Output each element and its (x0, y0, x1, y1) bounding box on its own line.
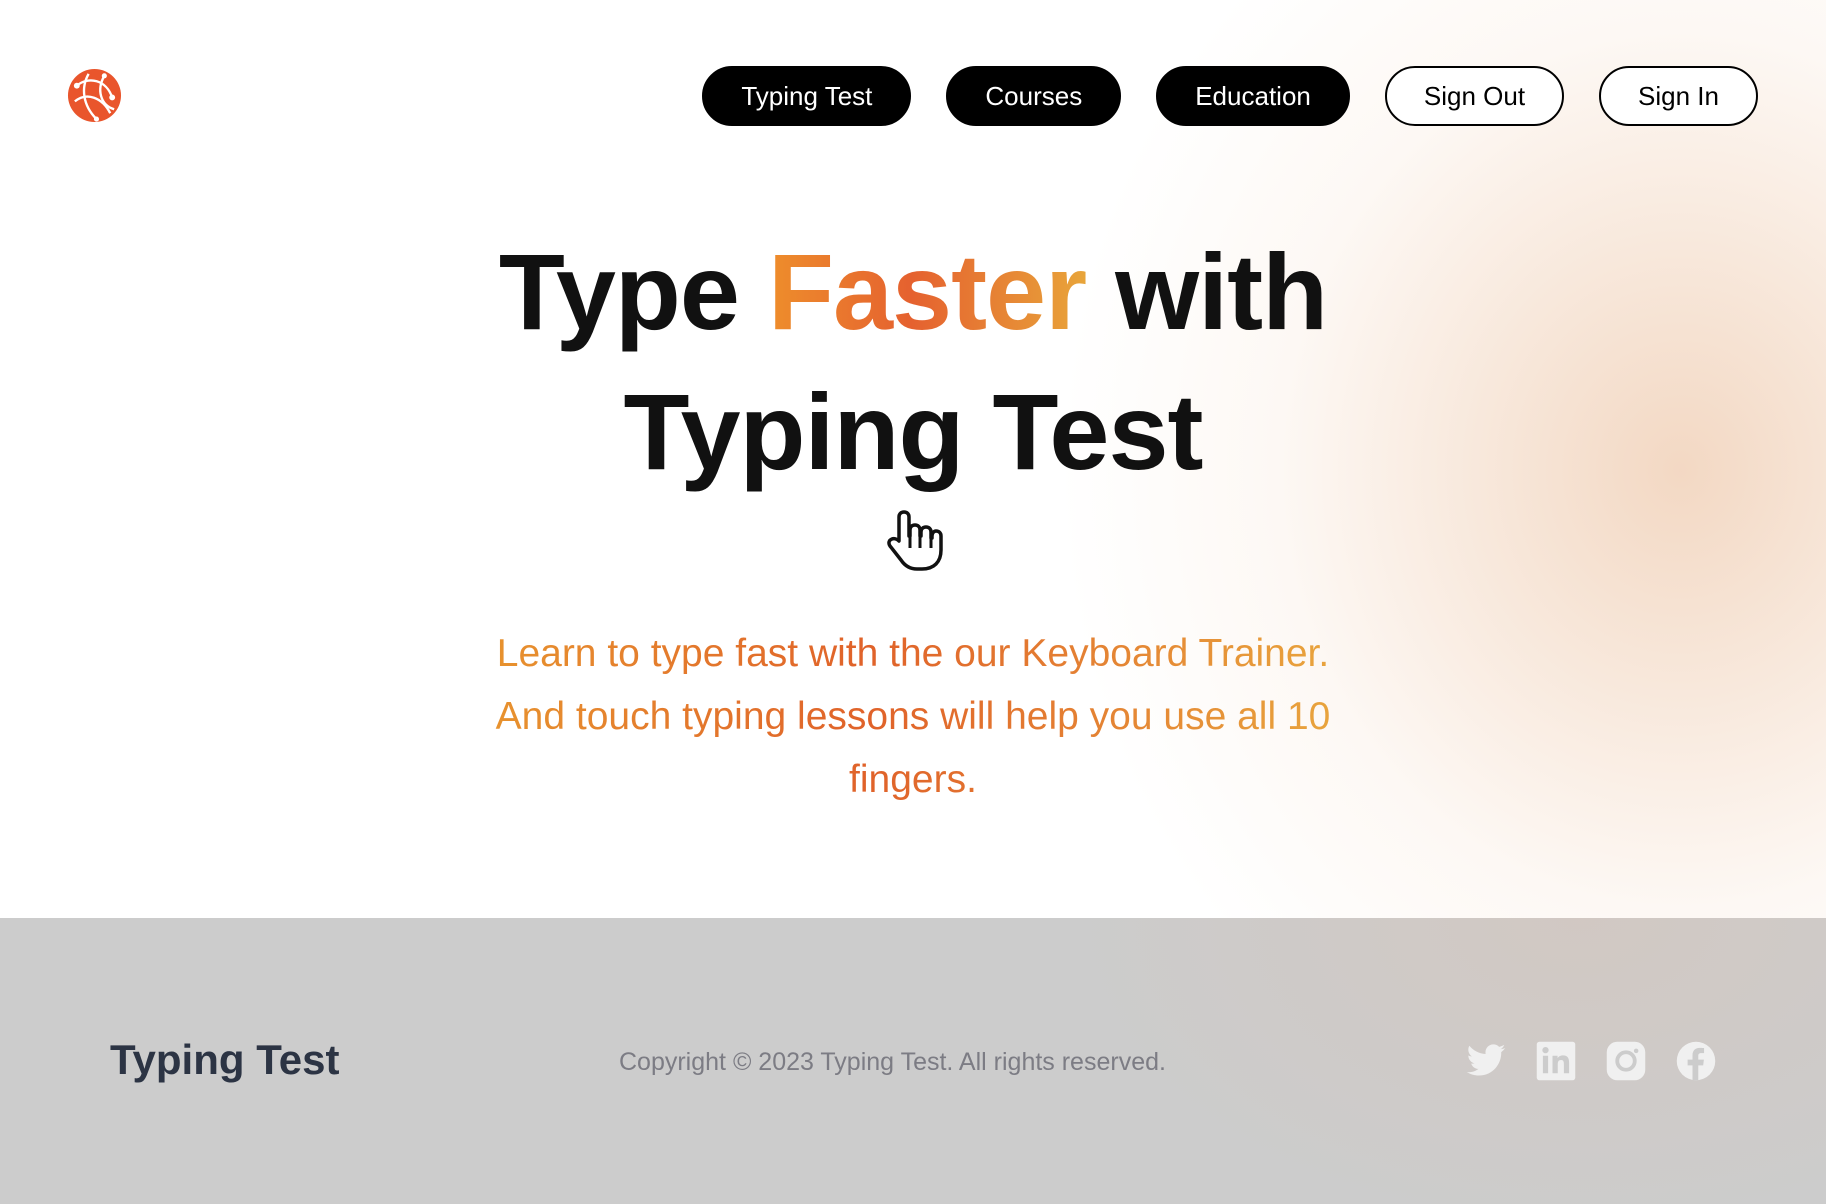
hero-subtitle: Learn to type fast with the our Keyboard… (463, 622, 1363, 811)
site-footer: Typing Test Copyright © 2023 Typing Test… (0, 918, 1826, 1204)
footer-copyright: Copyright © 2023 Typing Test. All rights… (619, 1048, 1166, 1076)
sign-in-button[interactable]: Sign In (1599, 66, 1758, 126)
hero-section: Typing Test Courses Education Sign Out S… (0, 0, 1826, 918)
sign-out-button[interactable]: Sign Out (1384, 66, 1565, 126)
hero-title-accent: Faster (767, 231, 1087, 352)
hand-pointer-icon (887, 510, 943, 571)
main-nav: Typing Test Courses Education Sign Out S… (702, 66, 1758, 126)
footer-brand[interactable]: Typing Test (110, 1036, 339, 1084)
facebook-icon[interactable] (1675, 1040, 1717, 1082)
nav-education-button[interactable]: Education (1156, 66, 1350, 126)
nav-typing-test-button[interactable]: Typing Test (702, 66, 912, 126)
instagram-icon[interactable] (1605, 1040, 1647, 1082)
linkedin-icon[interactable] (1535, 1040, 1577, 1082)
twitter-icon[interactable] (1465, 1040, 1507, 1082)
hero-title-line2: Typing Test (623, 371, 1204, 492)
social-links (1465, 1040, 1717, 1082)
hero-title-part2: with (1086, 231, 1328, 352)
nav-courses-button[interactable]: Courses (946, 66, 1122, 126)
hero-title: Type Faster with Typing Test (0, 222, 1826, 502)
hero-title-part1: Type (498, 231, 768, 352)
logo-globe-icon[interactable] (67, 68, 122, 123)
